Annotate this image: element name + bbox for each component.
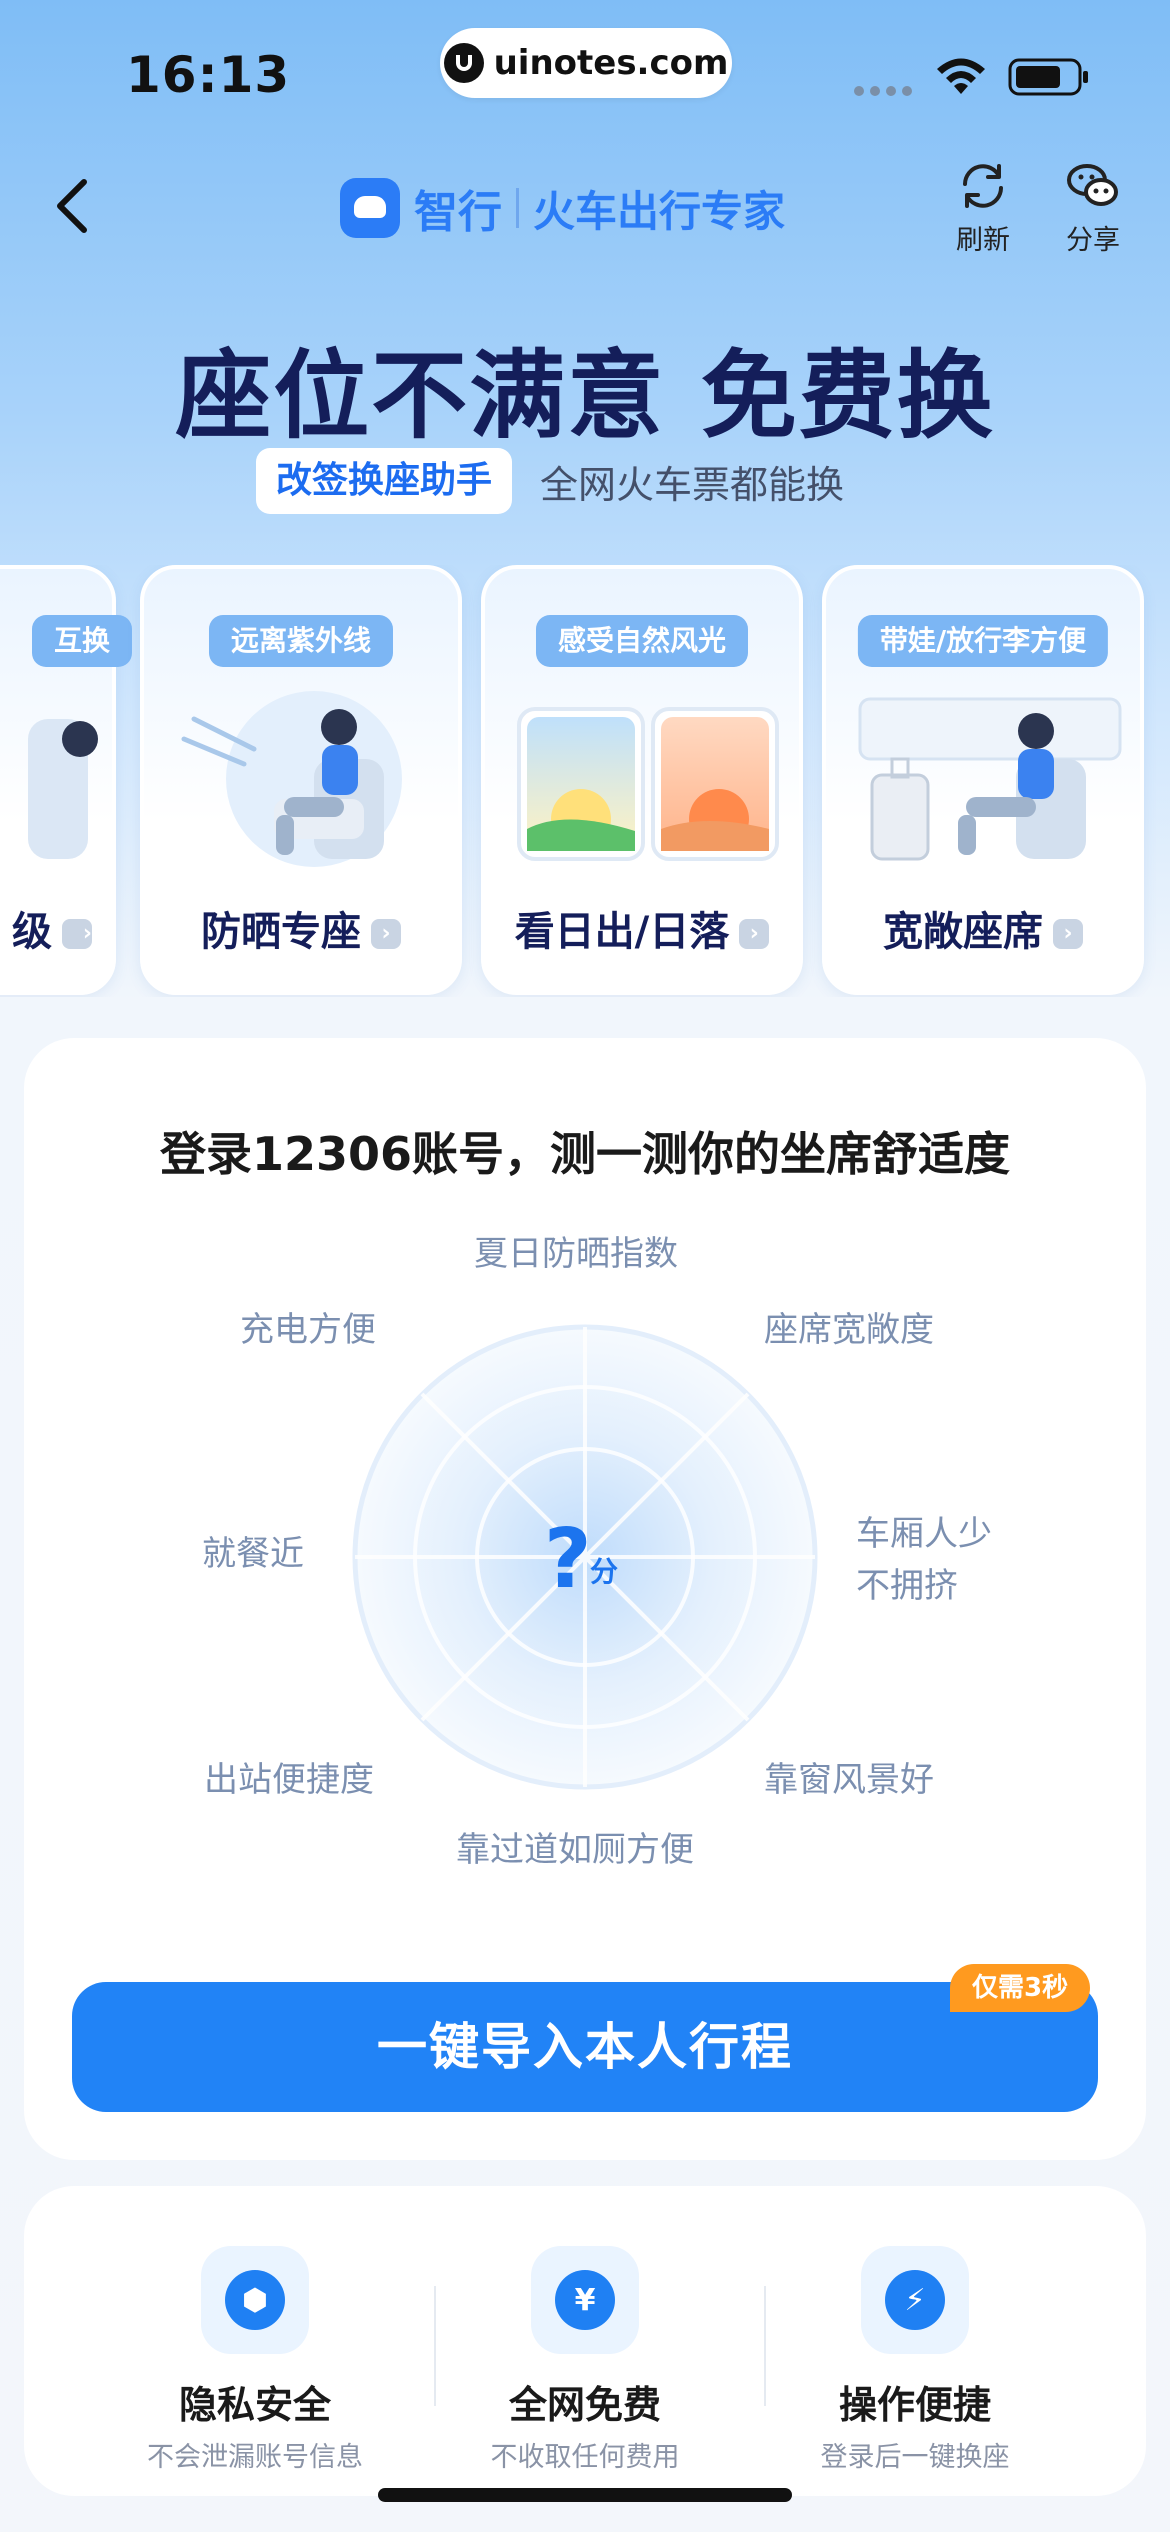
chevron-right-icon: › (739, 919, 770, 949)
yen-glyph: ¥ (555, 2270, 615, 2330)
hero-title: 座位不满意 免费换 (175, 340, 995, 452)
hero-subtitle-row: 改签换座助手 全网火车票都能换 (256, 448, 844, 514)
refresh-label: 刷新 (956, 225, 1010, 256)
card-title: 宽敞座席 › (826, 899, 1140, 957)
site-logo-icon (443, 43, 484, 83)
url-pill[interactable]: uinotes.com (440, 28, 732, 98)
import-trip-button[interactable]: 一键导入本人行程 (72, 1982, 1098, 2112)
share-label: 分享 (1066, 225, 1120, 256)
wifi-icon (937, 58, 985, 94)
card-title: 级 › (0, 899, 112, 957)
battery-icon (1008, 58, 1088, 96)
hero-badge: 改签换座助手 (256, 448, 513, 514)
card-title: 看日出/日落 › (485, 899, 799, 957)
comfort-score-unit: 分 (590, 1555, 619, 1588)
card-title: 防晒专座 › (144, 899, 458, 957)
radar-label-crowd: 车厢人少 不拥挤 (856, 1514, 992, 1606)
refresh-button[interactable]: 刷新 (938, 158, 1028, 257)
comfort-title: 登录12306账号，测一测你的坐席舒适度 (159, 1127, 1011, 1181)
radar-label-exit: 出站便捷度 (204, 1760, 374, 1800)
benefit-title: 操作便捷 (838, 2383, 991, 2427)
radar-label-dining: 就餐近 (202, 1534, 304, 1574)
brand-name: 智行 (414, 187, 502, 238)
brand-divider (516, 188, 519, 228)
card-title-text: 看日出/日落 (514, 909, 730, 955)
refresh-icon (963, 164, 1003, 208)
back-arrow-icon[interactable] (46, 174, 106, 238)
benefit-title: 全网免费 (508, 2383, 661, 2427)
card-tag: 感受自然风光 (535, 615, 749, 667)
feature-card-spacious[interactable]: 带娃/放行李方便 宽敞座席 › (822, 565, 1144, 995)
benefit-desc: 不会泄漏账号信息 (147, 2442, 363, 2473)
yen-icon: ¥ (531, 2246, 639, 2354)
chevron-right-icon: › (1053, 919, 1083, 949)
lightning-icon: ⚡ (861, 2246, 969, 2354)
hero-subtitle: 全网火车票都能换 (540, 462, 845, 507)
benefit-free: ¥ 全网免费 不收取任何费用 (420, 2246, 750, 2474)
chevron-right-icon: › (371, 919, 401, 949)
nav-bar: 智行 火车出行专家 刷新 分享 (0, 150, 1170, 280)
share-button[interactable]: 分享 (1048, 158, 1138, 257)
card-tag: 远离紫外线 (208, 615, 394, 667)
benefit-desc: 登录后一键换座 (820, 2442, 1010, 2473)
card-title-text: 宽敞座席 (883, 909, 1043, 955)
url-text: uinotes.com (493, 43, 729, 83)
brand-slogan: 火车出行专家 (533, 186, 786, 236)
radar-label-aisle: 靠过道如厕方便 (456, 1830, 694, 1870)
luggage-seat-illustration-icon (858, 697, 1122, 861)
feature-card-carousel[interactable]: 互换 级 › 远离紫外线 防晒专座 › 感受自然风光 看日出/日落 › 带娃/放… (0, 565, 1170, 997)
radar-label-window-view: 靠窗风景好 (764, 1760, 934, 1800)
benefit-desc: 不收取任何费用 (490, 2442, 680, 2473)
chevron-right-icon: › (62, 919, 92, 949)
card-tag: 带娃/放行李方便 (857, 615, 1109, 667)
sunrise-sunset-illustration-icon (517, 707, 779, 861)
sunshade-seat-illustration-icon (181, 691, 402, 867)
benefit-title: 隐私安全 (178, 2383, 331, 2427)
feature-card-swap[interactable]: 互换 级 › (0, 565, 132, 995)
brand: 智行 火车出行专家 (340, 176, 785, 240)
lightning-glyph: ⚡ (885, 2270, 945, 2330)
feature-card-sunrise[interactable]: 感受自然风光 看日出/日落 › (481, 565, 803, 995)
radar-label-charging: 充电方便 (240, 1310, 376, 1350)
signal-icon (854, 86, 912, 96)
card-title-text: 防晒专座 (201, 909, 361, 955)
benefits-panel: ⬢ 隐私安全 不会泄漏账号信息 ¥ 全网免费 不收取任何费用 ⚡ 操作便捷 登录… (24, 2186, 1146, 2496)
shield-icon: ⬢ (201, 2246, 309, 2354)
comfort-score: ? (544, 1512, 592, 1607)
train-logo-icon (340, 178, 400, 238)
seat-illustration-icon (28, 719, 98, 859)
shield-glyph: ⬢ (225, 2270, 285, 2330)
card-tag: 互换 (31, 615, 132, 667)
status-time: 16:13 (126, 46, 291, 104)
status-bar: 16:13 uinotes.com (0, 0, 1170, 150)
feature-card-sunshade[interactable]: 远离紫外线 防晒专座 › (140, 565, 462, 995)
wechat-icon (1067, 164, 1118, 206)
comfort-panel: 登录12306账号，测一测你的坐席舒适度 ? 分 夏日防晒指数 座席宽敞度 车厢… (24, 1038, 1146, 2160)
home-indicator[interactable] (378, 2488, 792, 2502)
benefit-privacy: ⬢ 隐私安全 不会泄漏账号信息 (90, 2246, 420, 2474)
radar-label-sun-protection: 夏日防晒指数 (474, 1234, 678, 1274)
cta-time-badge: 仅需3秒 (950, 1964, 1091, 2012)
card-title-text: 级 (12, 909, 52, 955)
radar-label-seat-space: 座席宽敞度 (764, 1310, 934, 1350)
benefit-easy: ⚡ 操作便捷 登录后一键换座 (750, 2246, 1080, 2474)
